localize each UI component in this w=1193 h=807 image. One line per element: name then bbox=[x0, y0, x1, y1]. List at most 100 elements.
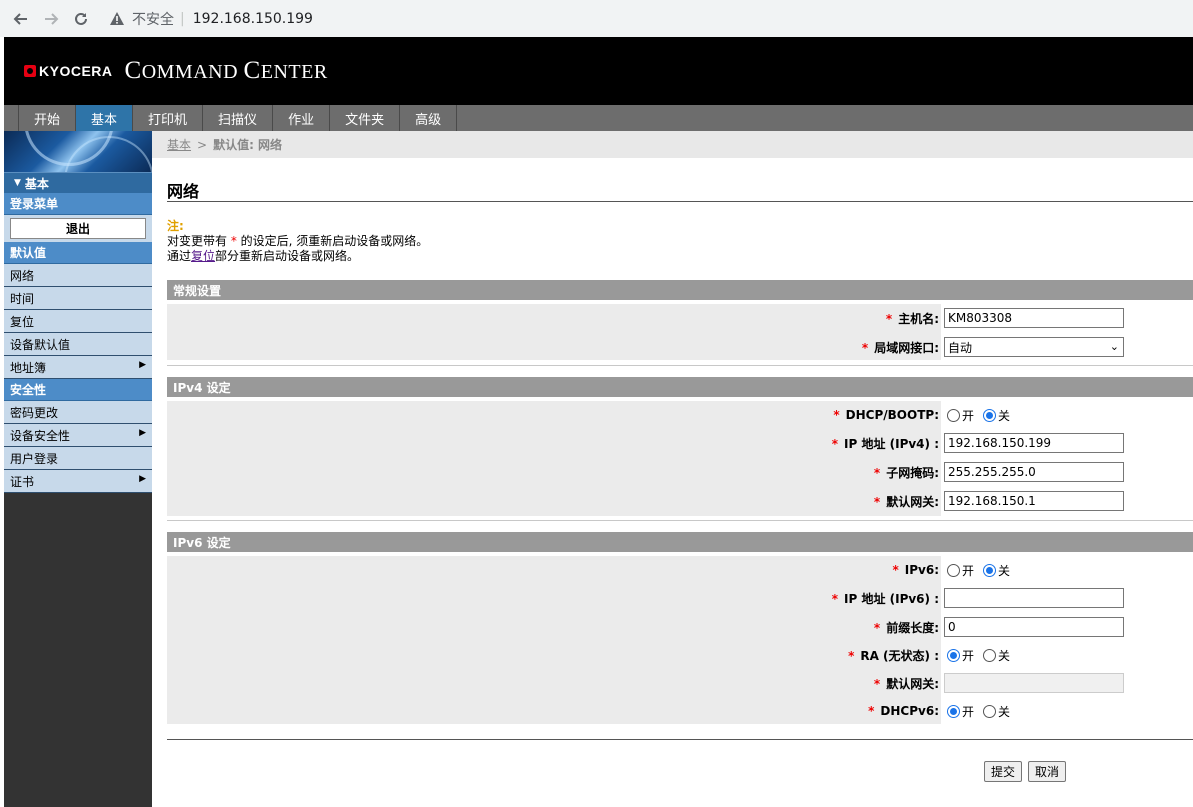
row-ipv4-address: * IP 地址 (IPv4) : bbox=[167, 432, 1193, 454]
triangle-right-icon: ▶ bbox=[139, 428, 146, 438]
breadcrumb-separator: > bbox=[197, 137, 208, 152]
ipv6-on-radio[interactable] bbox=[947, 563, 960, 577]
sidebar-item-device-security[interactable]: 设备安全性 ▶ bbox=[4, 424, 152, 447]
insecure-label: 不安全 bbox=[132, 11, 174, 28]
app-title: COMMAND CENTER bbox=[124, 57, 328, 84]
ra-on-radio[interactable] bbox=[947, 648, 960, 662]
sidebar-item-device-defaults[interactable]: 设备默认值 bbox=[4, 333, 152, 356]
note-line-2: 通过复位部分重新启动设备或网络。 bbox=[167, 249, 360, 263]
kyocera-mark-icon bbox=[24, 65, 36, 77]
page-title: 网络 bbox=[167, 182, 200, 201]
hostname-input[interactable] bbox=[944, 308, 1124, 328]
notes: 注: 对变更带有 * 的设定后, 须重新启动设备或网络。 通过复位部分重新启动设… bbox=[167, 219, 428, 264]
tab-advanced[interactable]: 高级 bbox=[399, 105, 458, 131]
section-header-ipv4: IPv4 设定 bbox=[167, 377, 1193, 397]
sidebar-item-network[interactable]: 网络 bbox=[4, 264, 152, 287]
browser-toolbar: 不安全 | 192.168.150.199 bbox=[0, 0, 1193, 37]
hostname-label: * 主机名: bbox=[885, 311, 939, 326]
note-line-1: 对变更带有 * 的设定后, 须重新启动设备或网络。 bbox=[167, 234, 429, 248]
ipv6-address-input[interactable] bbox=[944, 588, 1124, 608]
chevron-down-icon: ⌄ bbox=[1109, 340, 1119, 353]
subnet-mask-label: * 子网掩码: bbox=[873, 465, 939, 480]
back-button[interactable] bbox=[8, 6, 34, 32]
dhcpv6-label: * DHCPv6: bbox=[868, 704, 939, 718]
section-divider bbox=[167, 365, 1193, 366]
breadcrumb-link-basic[interactable]: 基本 bbox=[167, 136, 191, 153]
sidebar: ▼ 基本 登录菜单 退出 默认值 网络 时间 复位 设备默认值 地址簿 ▶ 安全性 … bbox=[4, 131, 152, 807]
ipv6-address-label: * IP 地址 (IPv6) : bbox=[831, 591, 939, 606]
dhcp-off-radio[interactable] bbox=[983, 408, 997, 422]
note-label: 注: bbox=[167, 219, 184, 233]
url-text: 192.168.150.199 bbox=[192, 10, 313, 27]
ipv6-gateway-input bbox=[944, 673, 1124, 693]
subnet-mask-input[interactable] bbox=[944, 462, 1124, 482]
dhcp-label: * DHCP/BOOTP: bbox=[833, 408, 939, 422]
forward-button[interactable] bbox=[38, 6, 64, 32]
title-divider bbox=[167, 201, 1193, 202]
sidebar-item-address-book[interactable]: 地址簿 ▶ bbox=[4, 356, 152, 379]
prefix-length-input[interactable] bbox=[944, 617, 1124, 637]
section-general: *主机名: *局域网接口: 自动⌄ bbox=[167, 304, 1193, 360]
tab-folder[interactable]: 文件夹 bbox=[329, 105, 399, 131]
breadcrumb-current: 默认值: 网络 bbox=[213, 138, 283, 152]
submit-button[interactable]: 提交 bbox=[984, 761, 1023, 782]
kyocera-logo: KYOCERA bbox=[24, 63, 113, 79]
ipv4-address-input[interactable] bbox=[944, 433, 1124, 453]
dhcpv6-on-radio[interactable] bbox=[947, 704, 960, 718]
ipv6-off-radio[interactable] bbox=[983, 563, 997, 577]
sidebar-banner-image bbox=[4, 131, 152, 172]
triangle-down-icon: ▼ bbox=[14, 178, 21, 188]
tab-start[interactable]: 开始 bbox=[18, 105, 75, 131]
ra-off-radio[interactable] bbox=[983, 648, 997, 662]
sidebar-head-security: 安全性 bbox=[4, 379, 152, 401]
address-bar[interactable]: 不安全 | 192.168.150.199 bbox=[110, 5, 313, 33]
row-ipv6-address: * IP 地址 (IPv6) : bbox=[167, 587, 1193, 609]
sidebar-item-password-change[interactable]: 密码更改 bbox=[4, 401, 152, 424]
arrow-left-icon bbox=[13, 12, 27, 25]
dhcp-on-radio[interactable] bbox=[947, 408, 960, 422]
sidebar-item-user-login[interactable]: 用户登录 bbox=[4, 447, 152, 470]
triangle-right-icon: ▶ bbox=[139, 474, 146, 484]
sidebar-item-reset[interactable]: 复位 bbox=[4, 310, 152, 333]
tab-scanner[interactable]: 扫描仪 bbox=[202, 105, 272, 131]
section-header-general: 常规设置 bbox=[167, 280, 1193, 300]
reload-icon bbox=[75, 12, 87, 25]
lan-interface-label: * 局域网接口: bbox=[861, 340, 939, 355]
reset-link[interactable]: 复位 bbox=[191, 249, 215, 263]
section-header-ipv6: IPv6 设定 bbox=[167, 532, 1193, 552]
row-lan-interface: * 局域网接口: 自动 ⌄ bbox=[167, 336, 1193, 358]
row-prefix-length: * 前缀长度: bbox=[167, 616, 1193, 638]
section-ipv4: *DHCP/BOOTP: 开 关 *IP 地址 (IPv4) : *子网掩码: … bbox=[167, 401, 1193, 516]
tab-basic[interactable]: 基本 bbox=[75, 105, 133, 131]
tab-jobs[interactable]: 作业 bbox=[272, 105, 329, 131]
row-ra: * RA (无状态) : 开 关 bbox=[848, 648, 1011, 663]
tab-printer[interactable]: 打印机 bbox=[132, 105, 202, 131]
ipv6-gateway-label: * 默认网关: bbox=[873, 676, 939, 691]
cancel-button[interactable]: 取消 bbox=[1028, 761, 1067, 782]
dhcpv6-off-radio[interactable] bbox=[983, 704, 997, 718]
row-subnet-mask: * 子网掩码: bbox=[167, 461, 1193, 483]
row-hostname: * 主机名: bbox=[167, 307, 1193, 329]
prefix-length-label: * 前缀长度: bbox=[873, 620, 939, 635]
url-separator: | bbox=[180, 10, 185, 27]
ipv6-enable-label: * IPv6: bbox=[892, 563, 939, 577]
reload-button[interactable] bbox=[68, 6, 94, 32]
brand-name: KYOCERA bbox=[39, 63, 113, 79]
app-header: KYOCERA COMMAND CENTER bbox=[4, 37, 1193, 105]
logout-wrap: 退出 bbox=[4, 215, 152, 242]
ipv4-gateway-input[interactable] bbox=[944, 491, 1124, 511]
lan-interface-select[interactable]: 自动 ⌄ bbox=[944, 337, 1124, 357]
warning-icon bbox=[110, 12, 124, 25]
sidebar-head-login-menu: 登录菜单 bbox=[4, 193, 152, 215]
row-ipv6-gateway: * 默认网关: bbox=[167, 672, 1193, 694]
section-divider bbox=[167, 520, 1193, 521]
sidebar-item-time[interactable]: 时间 bbox=[4, 287, 152, 310]
sidebar-section-basic[interactable]: ▼ 基本 bbox=[4, 172, 152, 193]
arrow-right-icon bbox=[45, 12, 59, 25]
logout-button[interactable]: 退出 bbox=[10, 218, 146, 239]
ra-label: * RA (无状态) : bbox=[848, 648, 939, 663]
sidebar-item-certificates[interactable]: 证书 ▶ bbox=[4, 470, 152, 493]
main-content: 基本 > 默认值: 网络 网络 注: 对变更带有 * 的设定后, 须重新启动设备… bbox=[152, 131, 1193, 807]
section-ipv6: *IPv6: 开 关 *IP 地址 (IPv6) : *前缀长度: *RA (无… bbox=[167, 556, 1193, 724]
triangle-right-icon: ▶ bbox=[139, 360, 146, 370]
